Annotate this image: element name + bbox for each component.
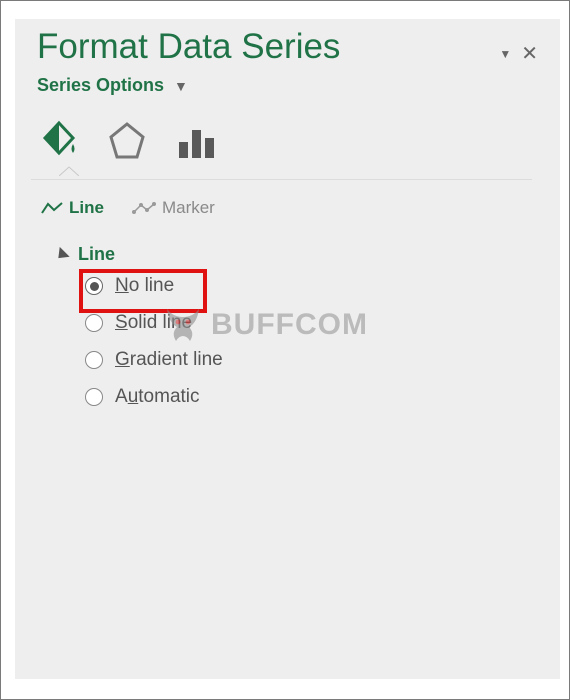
radio-solid-line-label: Solid line [115,312,192,334]
active-category-caret [59,166,77,176]
radio-indicator [85,314,103,332]
tab-marker[interactable]: Marker [132,198,215,218]
category-icon-row [39,120,560,167]
tab-marker-label: Marker [162,198,215,218]
chevron-down-icon: ▼ [174,78,188,94]
tab-line[interactable]: Line [41,198,104,218]
marker-tab-icon [132,201,156,215]
radio-gradient-line[interactable]: Gradient line [85,349,560,371]
pane-title: Format Data Series [37,27,499,67]
radio-indicator [85,351,103,369]
effects-icon[interactable] [107,120,147,167]
line-type-radio-group: No line Solid line Gradient line Automat… [85,275,560,408]
fill-line-icon[interactable] [39,120,79,167]
line-tab-icon [41,201,63,215]
radio-no-line[interactable]: No line [85,275,560,297]
radio-indicator [85,277,103,295]
radio-automatic-label: Automatic [115,386,200,408]
radio-solid-line[interactable]: Solid line [85,312,560,334]
line-marker-tabs: Line Marker [41,198,560,218]
pane-title-controls: ▼ ✕ [499,44,538,64]
radio-no-line-label: No line [115,275,174,297]
close-icon[interactable]: ✕ [521,44,538,64]
line-section-label: Line [78,244,115,265]
pane-menu-dropdown[interactable]: ▼ [499,48,511,60]
line-section-header[interactable]: Line [57,244,560,265]
separator [31,179,532,180]
series-options-dropdown[interactable]: Series Options ▼ [37,75,560,96]
collapse-caret-icon [53,246,69,262]
radio-gradient-line-label: Gradient line [115,349,223,371]
radio-indicator [85,388,103,406]
series-options-label: Series Options [37,75,164,96]
radio-automatic[interactable]: Automatic [85,386,560,408]
format-data-series-pane: Format Data Series ▼ ✕ Series Options ▼ [15,19,560,679]
app-frame: Format Data Series ▼ ✕ Series Options ▼ [0,0,570,700]
pane-title-row: Format Data Series ▼ ✕ [37,27,560,67]
series-options-icon[interactable] [175,120,219,167]
tab-line-label: Line [69,198,104,218]
